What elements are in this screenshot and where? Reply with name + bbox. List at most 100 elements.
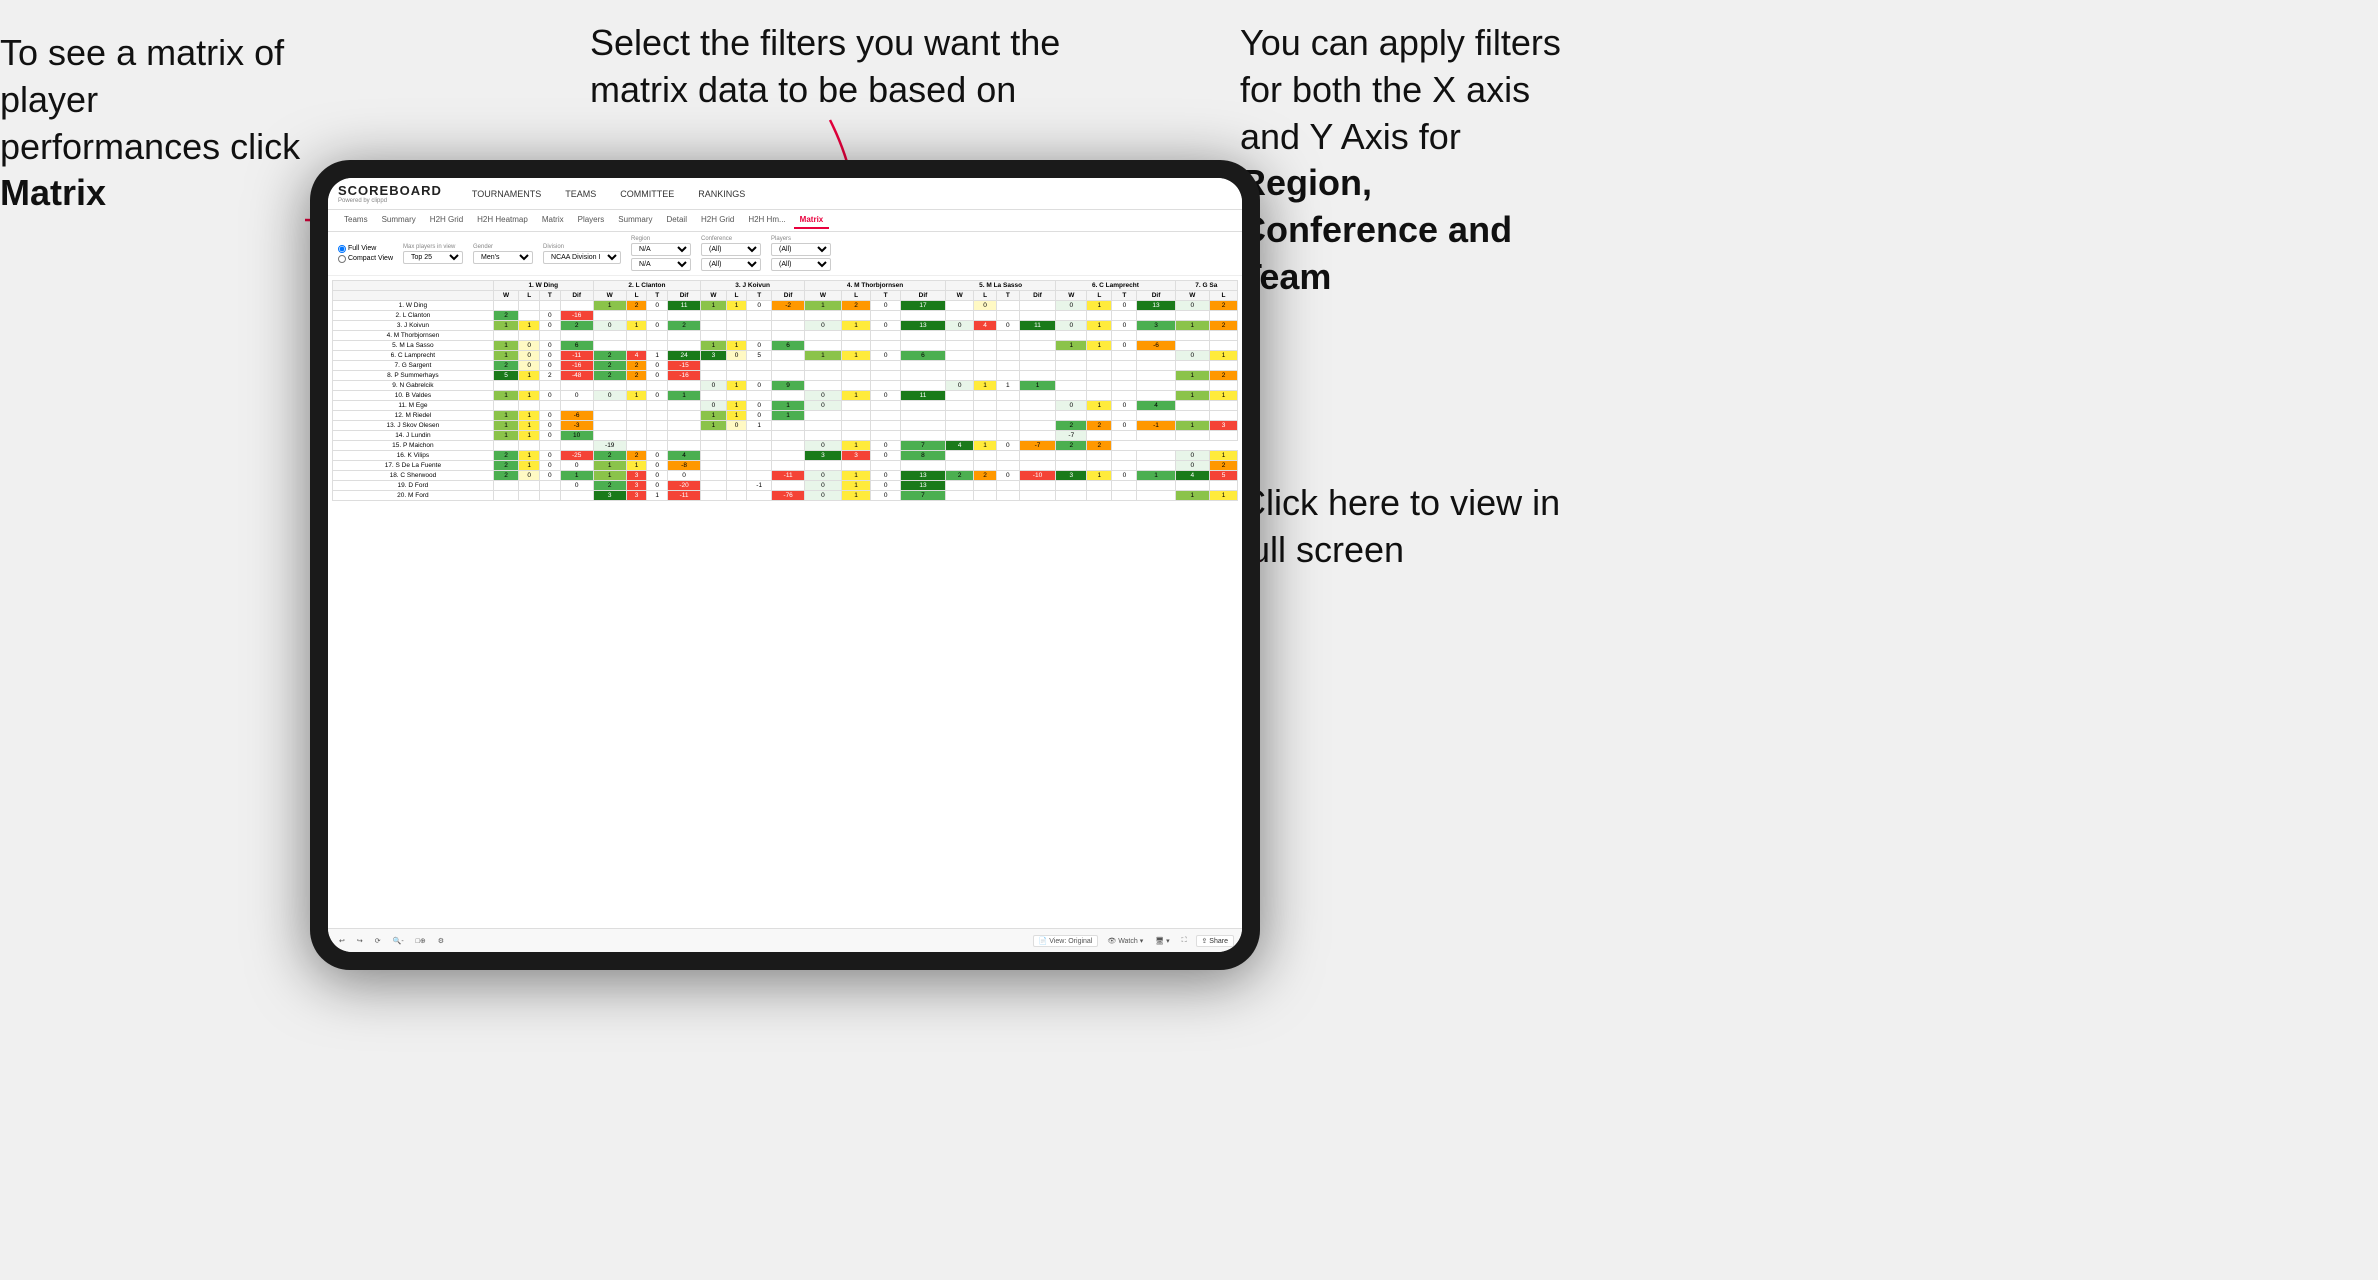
matrix-cell [540,441,561,451]
filter-region-select[interactable]: N/A [631,243,691,256]
matrix-cell: 3 [593,491,626,501]
matrix-cell [726,361,747,371]
matrix-cell: 11 [1019,321,1056,331]
view-full-radio[interactable] [338,245,346,253]
filter-max-select[interactable]: Top 25 [403,251,463,264]
col-w2: W [593,291,626,301]
matrix-cell [996,361,1019,371]
matrix-cell [540,491,561,501]
matrix-cell [1137,331,1175,341]
matrix-cell [593,341,626,351]
filter-division-select[interactable]: NCAA Division I [543,251,621,264]
tab-summary2[interactable]: Summary [612,212,658,229]
tab-matrix[interactable]: Matrix [536,212,570,229]
matrix-cell [996,431,1019,441]
toolbar-share[interactable]: ⇪ Share [1196,935,1235,947]
toolbar-zoom-out[interactable]: 🔍- [390,936,407,946]
tab-summary[interactable]: Summary [376,212,422,229]
toolbar-refresh[interactable]: ⟳ [372,936,384,946]
matrix-cell: 1 [1175,421,1209,431]
matrix-cell: 0 [540,431,561,441]
matrix-cell [647,381,668,391]
matrix-cell: 4 [974,321,997,331]
matrix-cell [701,471,727,481]
toolbar-watch[interactable]: 👁 Watch ▾ [1104,936,1146,946]
matrix-cell: 0 [747,341,772,351]
matrix-cell [1210,381,1238,391]
tab-teams[interactable]: Teams [338,212,374,229]
nav-teams[interactable]: TEAMS [561,187,600,201]
toolbar-zoom-controls[interactable]: □⊕ [413,936,429,946]
matrix-cell [540,301,561,311]
matrix-cell: -8 [668,461,701,471]
toolbar-undo[interactable]: ↩ [336,936,348,946]
matrix-cell: 5 [1210,471,1238,481]
view-compact-radio[interactable] [338,255,346,263]
nav-committee[interactable]: COMMITTEE [616,187,678,201]
matrix-cell [1210,401,1238,411]
toolbar-settings[interactable]: ⚙ [435,936,447,946]
view-compact[interactable]: Compact View [338,255,393,263]
matrix-cell: 2 [560,321,593,331]
filter-region-select2[interactable]: N/A [631,258,691,271]
matrix-cell [626,401,647,411]
matrix-cell: 0 [540,361,561,371]
matrix-cell: 2 [1087,441,1112,451]
col-header-koivun: 3. J Koivun [701,281,805,291]
tab-h2hm[interactable]: H2H Hm... [742,212,791,229]
matrix-cell [726,371,747,381]
matrix-cell [1019,431,1056,441]
toolbar-redo[interactable]: ↪ [354,936,366,946]
matrix-cell: 0 [871,451,901,461]
col-l5: L [974,291,997,301]
matrix-cell [1137,311,1175,321]
matrix-cell [493,491,519,501]
secondary-tabs: Teams Summary H2H Grid H2H Heatmap Matri… [328,210,1242,232]
matrix-cell: 1 [726,301,747,311]
matrix-cell: 1 [593,461,626,471]
tab-players[interactable]: Players [572,212,611,229]
tab-h2h-grid2[interactable]: H2H Grid [695,212,740,229]
nav-tournaments[interactable]: TOURNAMENTS [468,187,545,201]
annotation-axis-text: You can apply filters for both the X axi… [1240,22,1561,157]
matrix-cell [1019,421,1056,431]
filter-conference-select2[interactable]: (All) [701,258,761,271]
matrix-cell: 1 [1056,341,1087,351]
tab-h2h-heatmap[interactable]: H2H Heatmap [471,212,534,229]
filter-gender-select[interactable]: Men's [473,251,533,264]
matrix-cell [747,391,772,401]
tab-matrix-active[interactable]: Matrix [794,212,830,229]
toolbar-fullscreen[interactable]: ⛶ [1179,936,1190,946]
matrix-cell: 2 [668,321,701,331]
view-full[interactable]: Full View [338,245,393,253]
col-player-sub [333,291,494,301]
matrix-cell [1137,481,1175,491]
matrix-cell [1056,491,1087,501]
tab-detail[interactable]: Detail [661,212,693,229]
toolbar-view-original[interactable]: 📄 View: Original [1033,935,1099,947]
matrix-cell [974,491,997,501]
filter-conference-select[interactable]: (All) [701,243,761,256]
nav-rankings[interactable]: RANKINGS [694,187,749,201]
table-row: 9. N Gabrelcik01090111 [333,381,1238,391]
annotation-matrix: To see a matrix of player performances c… [0,30,310,217]
matrix-cell: 1 [593,471,626,481]
matrix-cell: 0 [560,461,593,471]
filter-players-select2[interactable]: (All) [771,258,831,271]
matrix-cell [1056,331,1087,341]
matrix-cell: 1 [668,391,701,401]
matrix-cell: 2 [593,481,626,491]
matrix-cell: 0 [805,321,842,331]
table-row: 14. J Lundin11010-7 [333,431,1238,441]
matrix-cell [519,301,540,311]
matrix-cell [1087,331,1112,341]
matrix-cell: 1 [647,491,668,501]
matrix-cell [871,361,901,371]
matrix-cell: 0 [871,351,901,361]
tab-h2h-grid[interactable]: H2H Grid [424,212,469,229]
filter-players-select[interactable]: (All) [771,243,831,256]
matrix-cell [900,411,945,421]
toolbar-display[interactable]: 🖥 ▾ [1152,936,1172,946]
matrix-cell [747,311,772,321]
matrix-cell [1019,331,1056,341]
